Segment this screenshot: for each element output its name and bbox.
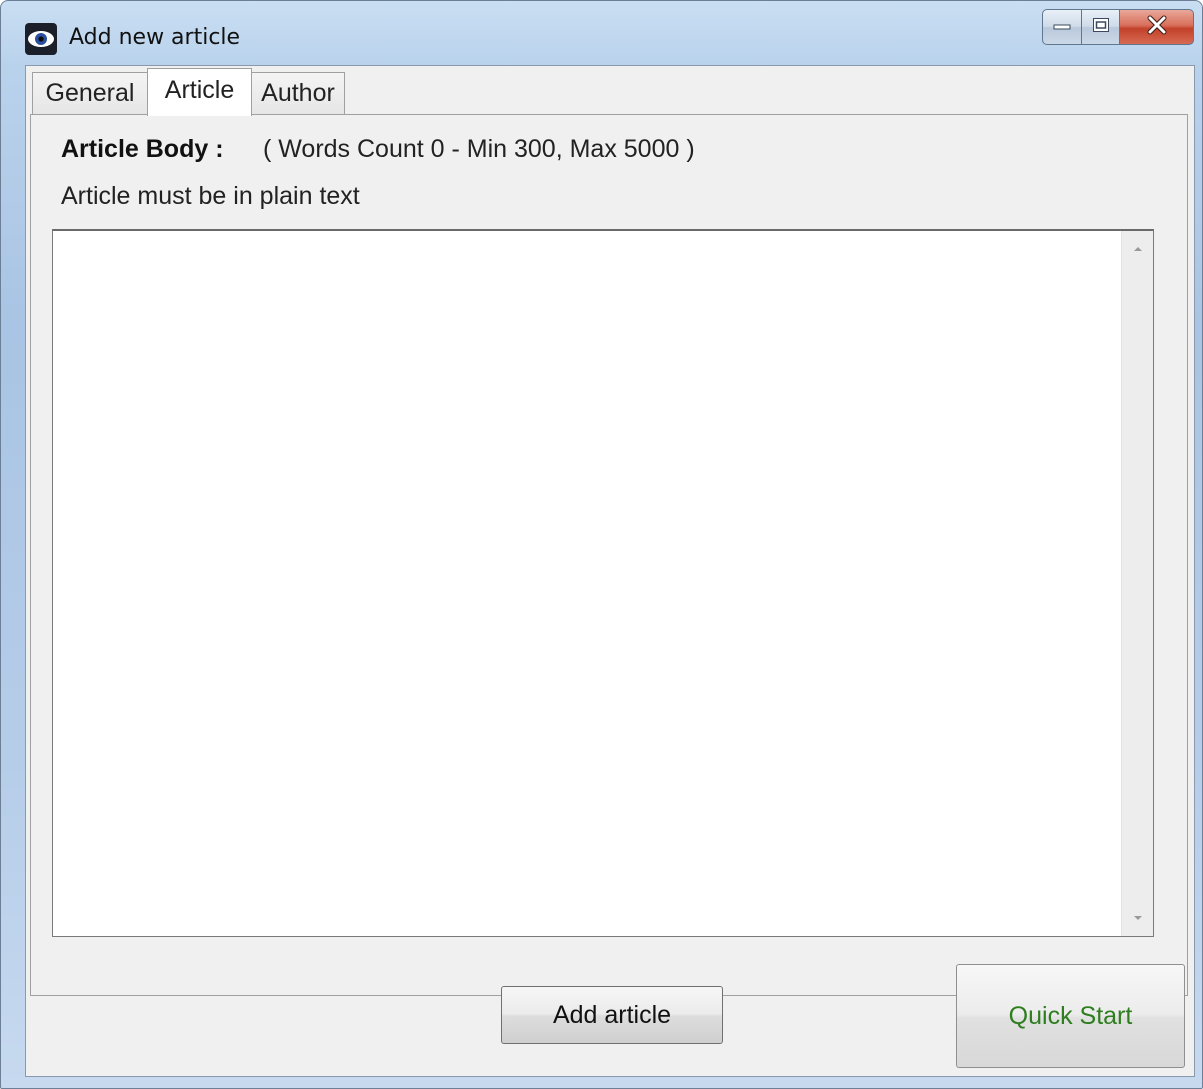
tab-general[interactable]: General bbox=[32, 72, 148, 114]
scroll-down-button[interactable] bbox=[1122, 904, 1153, 932]
maximize-button[interactable] bbox=[1082, 9, 1120, 45]
maximize-icon bbox=[1092, 17, 1110, 38]
scroll-up-button[interactable] bbox=[1122, 235, 1153, 263]
article-body-textarea[interactable] bbox=[53, 231, 1121, 936]
minimize-button[interactable] bbox=[1042, 9, 1082, 45]
words-count-text: ( Words Count 0 - Min 300, Max 5000 ) bbox=[263, 135, 695, 163]
vertical-scrollbar[interactable] bbox=[1121, 231, 1153, 936]
plain-text-note: Article must be in plain text bbox=[61, 182, 360, 210]
add-article-window: Add new article General Article Author A… bbox=[0, 0, 1203, 1089]
dialog-client-area: General Article Author Article Body : ( … bbox=[25, 65, 1195, 1077]
tab-article[interactable]: Article bbox=[147, 68, 252, 116]
title-bar[interactable]: Add new article bbox=[1, 1, 1202, 63]
article-tab-panel: Article Body : ( Words Count 0 - Min 300… bbox=[30, 114, 1188, 996]
article-body-label: Article Body : bbox=[61, 135, 224, 163]
close-button[interactable] bbox=[1120, 9, 1194, 45]
chevron-down-icon bbox=[1132, 909, 1144, 927]
article-body-container bbox=[52, 229, 1154, 937]
close-icon bbox=[1146, 15, 1168, 40]
chevron-up-icon bbox=[1132, 240, 1144, 258]
caption-buttons bbox=[1042, 9, 1194, 47]
minimize-icon bbox=[1053, 18, 1071, 36]
add-article-button[interactable]: Add article bbox=[501, 986, 723, 1044]
window-title: Add new article bbox=[69, 25, 241, 50]
eye-icon bbox=[25, 23, 57, 55]
tab-author[interactable]: Author bbox=[251, 72, 345, 114]
quick-start-button[interactable]: Quick Start bbox=[956, 964, 1185, 1068]
